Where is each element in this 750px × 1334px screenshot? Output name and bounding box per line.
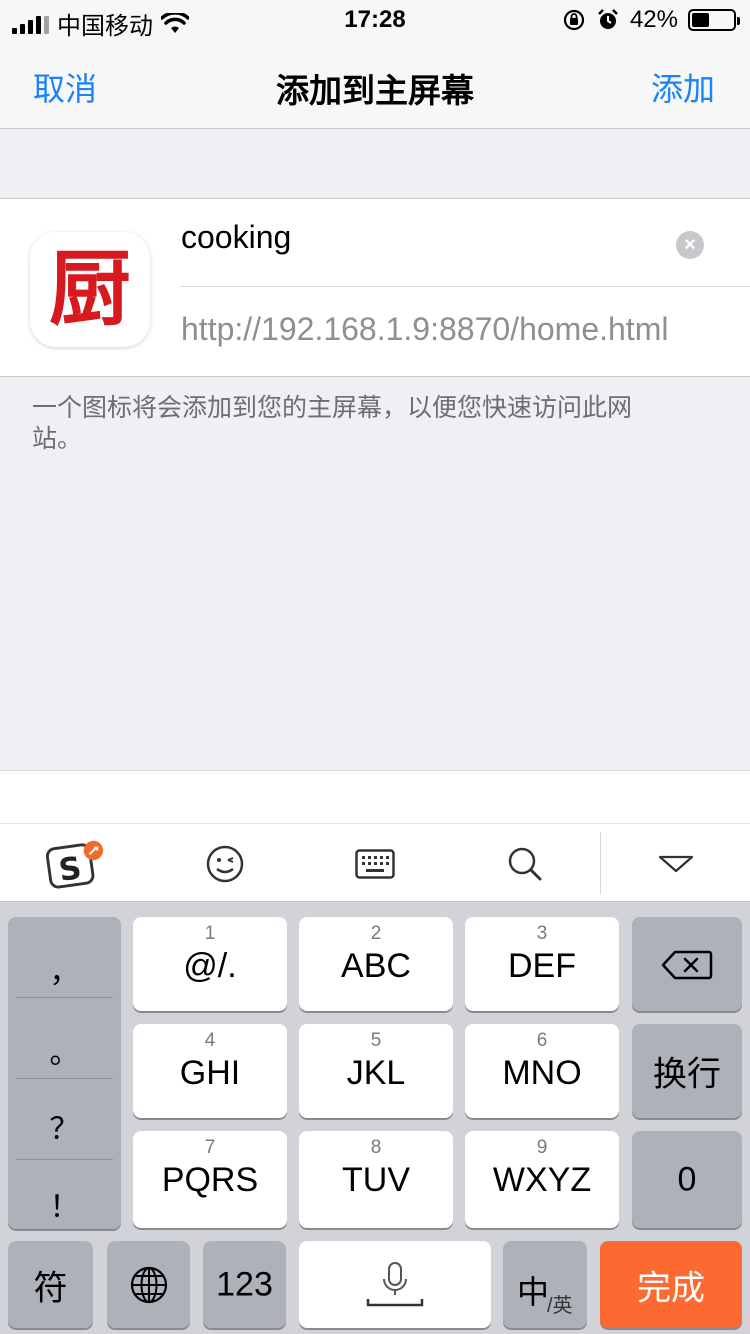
app-icon-preview: 厨	[30, 232, 150, 347]
key-9[interactable]: 9 WXYZ	[465, 1131, 619, 1228]
clear-text-icon[interactable]: ×	[676, 231, 704, 259]
done-button[interactable]: 完成	[600, 1241, 742, 1328]
microphone-icon	[366, 1262, 424, 1307]
page-title: 添加到主屏幕	[276, 72, 474, 109]
title-input[interactable]: cooking	[181, 219, 681, 256]
key-period[interactable]: 。	[8, 1028, 121, 1072]
backspace-button[interactable]	[632, 917, 742, 1011]
globe-icon	[130, 1266, 168, 1304]
key-exclamation[interactable]: ！	[8, 1182, 121, 1226]
search-icon[interactable]	[495, 838, 555, 890]
bookmark-form: 厨 cooking × http://192.168.1.9:8870/home…	[0, 198, 750, 377]
battery-percentage: 42%	[629, 6, 678, 33]
key-7[interactable]: 7 PQRS	[133, 1131, 287, 1228]
return-button[interactable]: 换行	[632, 1024, 742, 1118]
globe-button[interactable]	[107, 1241, 190, 1328]
numbers-button[interactable]: 123	[203, 1241, 286, 1328]
key-1[interactable]: 1 @/.	[133, 917, 287, 1011]
keyboard-icon[interactable]	[345, 838, 405, 890]
backspace-icon	[661, 950, 713, 980]
key-6[interactable]: 6 MNO	[465, 1024, 619, 1118]
key-5[interactable]: 5 JKL	[299, 1024, 453, 1118]
key-4[interactable]: 4 GHI	[133, 1024, 287, 1118]
battery-icon	[688, 9, 740, 31]
key-0[interactable]: 0	[632, 1131, 742, 1228]
emoji-icon[interactable]	[195, 838, 255, 890]
collapse-keyboard-icon[interactable]	[646, 838, 706, 890]
keyboard: ， 。 ？ ！ 1 @/. 2 ABC 3 DEF 4 GHI 5 JKL 6 …	[0, 902, 750, 1334]
navigation-bar: 取消 添加到主屏幕 添加	[0, 40, 750, 129]
space-voice-button[interactable]	[299, 1241, 491, 1328]
toolbar-separator	[600, 832, 601, 894]
language-switch-button[interactable]: 中 /英	[503, 1241, 587, 1328]
key-question[interactable]: ？	[8, 1104, 121, 1148]
add-button[interactable]: 添加	[651, 64, 715, 110]
keyboard-toolbar: S	[0, 823, 750, 902]
app-icon-glyph: 厨	[48, 241, 131, 337]
blank-area	[0, 770, 750, 823]
alarm-icon	[598, 9, 618, 29]
key-2[interactable]: 2 ABC	[299, 917, 453, 1011]
key-comma[interactable]: ，	[8, 947, 121, 991]
field-divider	[180, 286, 750, 287]
symbols-button[interactable]: 符	[8, 1241, 93, 1328]
sogou-logo-icon[interactable]: S	[45, 838, 105, 890]
punctuation-column: ， 。 ？ ！	[8, 917, 121, 1229]
status-bar: 中国移动 17:28 42%	[0, 0, 750, 40]
hint-text: 一个图标将会添加到您的主屏幕，以便您快速访问此网站。	[32, 394, 633, 453]
key-3[interactable]: 3 DEF	[465, 917, 619, 1011]
orientation-lock-icon	[563, 9, 585, 31]
key-8[interactable]: 8 TUV	[299, 1131, 453, 1228]
url-text: http://192.168.1.9:8870/home.html	[181, 311, 669, 347]
